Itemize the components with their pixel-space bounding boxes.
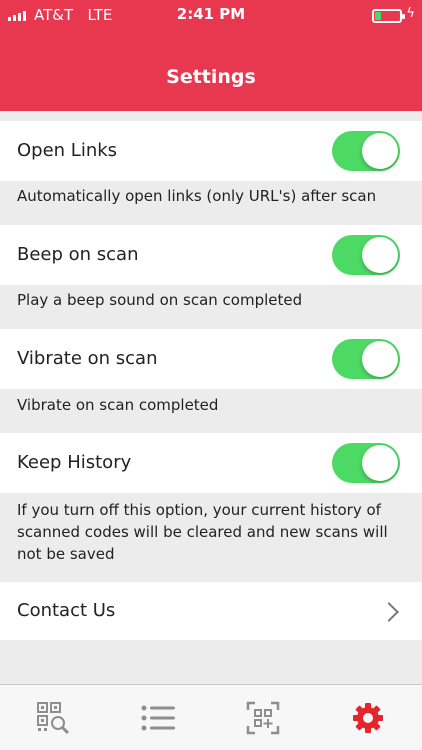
open-links-toggle[interactable] (332, 131, 400, 171)
header: AT&T LTE 2:41 PM ϟ Settings (0, 0, 422, 111)
setting-row-beep-on-scan: Beep on scan (0, 225, 422, 285)
tab-create[interactable] (210, 685, 315, 750)
contact-us-label: Contact Us (17, 600, 116, 621)
status-bar: AT&T LTE 2:41 PM ϟ (0, 0, 422, 30)
tab-settings[interactable] (315, 685, 420, 750)
contact-us-row[interactable]: Contact Us (0, 582, 422, 640)
setting-row-vibrate-on-scan: Vibrate on scan (0, 329, 422, 389)
setting-label: Beep on scan (17, 244, 139, 265)
qr-create-icon (246, 701, 279, 735)
vibrate-on-scan-toggle[interactable] (332, 339, 400, 379)
setting-label: Keep History (17, 452, 132, 473)
setting-label: Open Links (17, 140, 118, 161)
page-title: Settings (166, 66, 256, 88)
toggle-knob (362, 237, 398, 273)
setting-description: Automatically open links (only URL's) af… (17, 187, 377, 205)
gear-icon (352, 703, 383, 733)
beep-on-scan-toggle[interactable] (332, 235, 400, 275)
setting-description: Play a beep sound on scan completed (17, 291, 303, 309)
setting-description: Vibrate on scan completed (17, 396, 219, 414)
tab-bar (0, 684, 422, 750)
qr-search-icon (36, 702, 69, 735)
keep-history-toggle[interactable] (332, 443, 400, 483)
setting-label: Vibrate on scan (17, 348, 158, 369)
tab-history[interactable] (105, 685, 210, 750)
tab-scan[interactable] (0, 685, 105, 750)
setting-description: If you turn off this option, your curren… (17, 501, 388, 563)
charging-icon: ϟ (406, 6, 415, 21)
toggle-knob (362, 133, 398, 169)
list-icon (141, 705, 175, 731)
toggle-knob (362, 445, 398, 481)
battery-icon (372, 9, 405, 23)
setting-row-open-links: Open Links (0, 121, 422, 181)
status-time: 2:41 PM (176, 5, 246, 23)
toggle-knob (362, 341, 398, 377)
chevron-right-icon (379, 602, 399, 622)
setting-row-keep-history: Keep History (0, 433, 422, 493)
